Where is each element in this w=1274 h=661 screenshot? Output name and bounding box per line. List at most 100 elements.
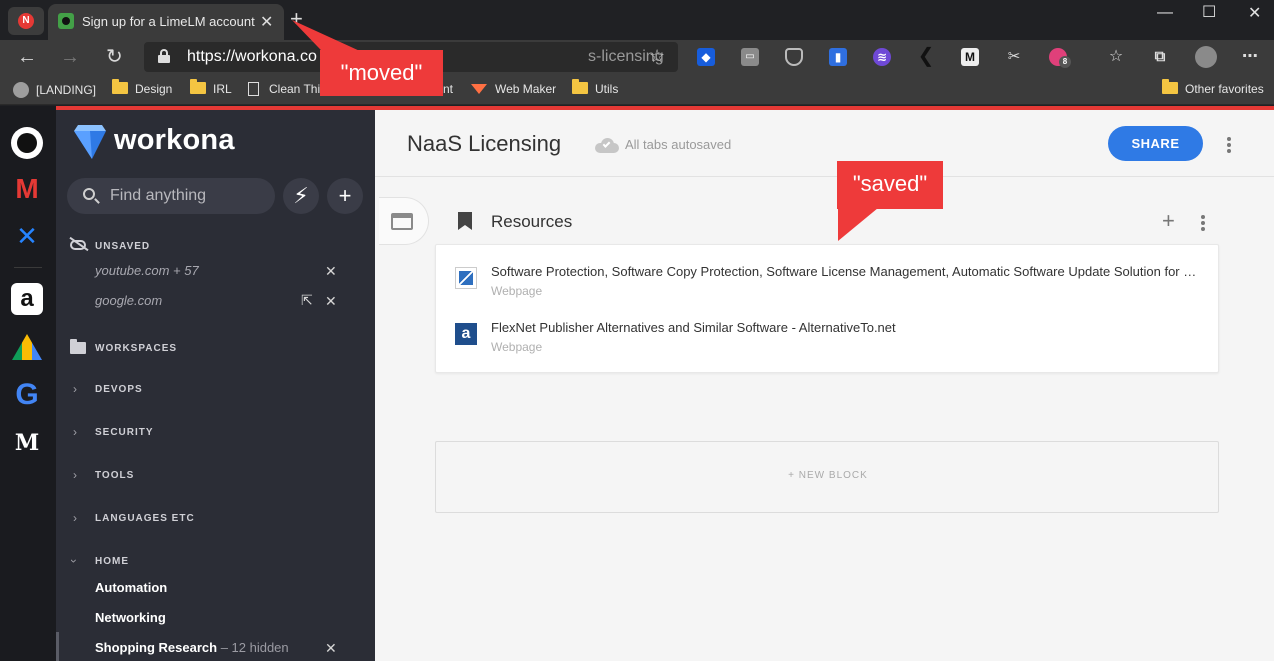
workspace-header: NaaS Licensing All tabs autosaved SHARE — [375, 110, 1274, 177]
close-icon[interactable]: ✕ — [325, 293, 337, 310]
tab-close-icon[interactable]: ✕ — [260, 12, 273, 32]
add-workspace-button[interactable]: + — [327, 178, 363, 214]
section-more-icon[interactable] — [1201, 215, 1205, 233]
resources-section-title[interactable]: Resources — [491, 212, 572, 232]
unsaved-item-youtube[interactable]: youtube.com + 57 — [95, 263, 199, 278]
group-tools[interactable]: TOOLS — [95, 470, 134, 481]
bitwarden-icon[interactable]: ◆ — [697, 48, 715, 66]
active-tab-title: Sign up for a LimeLM account — [82, 14, 255, 29]
new-block-button[interactable]: + NEW BLOCK — [435, 441, 1219, 513]
pocket-icon[interactable] — [785, 48, 803, 66]
workona-logo-icon — [74, 125, 106, 159]
favorite-star-icon[interactable]: ☆ — [649, 46, 665, 67]
active-tab[interactable]: Sign up for a LimeLM account ✕ — [48, 4, 284, 40]
folder-icon — [572, 79, 588, 94]
close-icon[interactable]: ✕ — [325, 263, 337, 280]
share-button[interactable]: SHARE — [1108, 126, 1203, 161]
window-close-icon[interactable]: ✕ — [1248, 3, 1261, 23]
scissors-icon[interactable]: ✂ — [1005, 48, 1023, 66]
lightning-icon: ⚡ — [293, 183, 309, 208]
open-external-icon[interactable]: ⇱ — [301, 292, 313, 309]
profile-avatar[interactable] — [1195, 46, 1217, 68]
workspace-title[interactable]: NaaS Licensing — [407, 131, 561, 157]
group-home[interactable]: HOME — [95, 556, 129, 567]
confluence-icon[interactable]: ✕ — [11, 220, 43, 252]
browser-tab-bar: N Sign up for a LimeLM account ✕ + — ☐ ✕ — [0, 0, 1274, 40]
unsaved-item-google[interactable]: google.com — [95, 293, 162, 308]
forward-arrow-icon[interactable]: → — [60, 45, 80, 69]
workspace-shopping-research[interactable]: Shopping Research – 12 hidden — [95, 640, 289, 655]
new-block-label: + NEW BLOCK — [788, 470, 868, 481]
bookmark-irl[interactable]: IRL — [190, 79, 232, 96]
pinned-tab[interactable]: N — [8, 7, 44, 35]
browser-toolbar: ← → ↻ https://workona.co s-licensing ☆ ◆… — [0, 40, 1274, 76]
resources-list: Software Protection, Software Copy Prote… — [435, 244, 1219, 373]
favorites-list-icon[interactable]: ☆ — [1107, 48, 1125, 66]
group-languages-etc[interactable]: LANGUAGES ETC — [95, 513, 195, 524]
cloud-check-icon — [595, 138, 619, 153]
maximize-icon[interactable]: ☐ — [1202, 2, 1216, 22]
hidden-count: – 12 hidden — [217, 640, 289, 655]
minimize-icon[interactable]: — — [1157, 4, 1173, 22]
bookmark-landing[interactable]: [LANDING] — [13, 82, 96, 98]
bookmark-icon — [458, 212, 472, 230]
back-arrow-icon[interactable]: ← — [17, 45, 37, 69]
bookmark-clean-this[interactable]: Clean This — [248, 82, 326, 96]
workspace-more-icon[interactable] — [1227, 137, 1231, 155]
unsaved-section-label: UNSAVED — [95, 241, 151, 252]
more-menu-icon[interactable]: ⋯ — [1241, 48, 1259, 66]
workona-logo-text: workona — [114, 124, 235, 156]
pinned-tab-favicon: N — [18, 13, 34, 29]
sidebar-scrollbar[interactable] — [56, 632, 59, 661]
tabs-panel-toggle[interactable] — [379, 197, 429, 245]
resource-item[interactable]: Software Protection, Software Copy Prote… — [436, 253, 1220, 309]
chevron-down-icon[interactable]: › — [67, 559, 81, 563]
amazon-icon[interactable]: a — [11, 283, 43, 315]
close-icon[interactable]: ✕ — [325, 640, 337, 657]
collections-icon[interactable]: ⧉ — [1151, 48, 1169, 66]
lock-icon — [158, 49, 170, 63]
bookmark-other-favorites[interactable]: Other favorites — [1162, 79, 1264, 96]
github-icon[interactable] — [11, 127, 43, 159]
group-devops[interactable]: DEVOPS — [95, 384, 143, 395]
resource-title[interactable]: FlexNet Publisher Alternatives and Simil… — [491, 320, 1199, 335]
folder-icon — [1162, 79, 1178, 94]
workspace-networking[interactable]: Networking — [95, 610, 166, 625]
tempo-icon[interactable]: ≋ — [873, 48, 891, 66]
chevron-right-icon[interactable]: › — [73, 511, 77, 525]
medium-icon[interactable]: M — [11, 427, 43, 459]
folder-icon — [190, 79, 206, 94]
drive-icon[interactable] — [11, 331, 43, 363]
bookmark-utils[interactable]: Utils — [572, 79, 618, 96]
workspace-main: NaaS Licensing All tabs autosaved SHARE … — [375, 110, 1274, 661]
gmail-icon[interactable]: M — [11, 173, 43, 205]
app-rail: M ✕ a G M — [0, 106, 56, 661]
quick-switch-button[interactable]: ⚡ — [283, 178, 319, 214]
add-resource-icon[interactable]: + — [1162, 208, 1175, 234]
limelm-favicon-icon — [58, 13, 74, 29]
resource-title[interactable]: Software Protection, Software Copy Prote… — [491, 264, 1199, 279]
saved-callout: "saved" — [837, 161, 943, 209]
plus-icon: + — [338, 183, 352, 208]
reload-icon[interactable]: ↻ — [106, 45, 123, 69]
group-security[interactable]: SECURITY — [95, 427, 154, 438]
chevron-right-icon[interactable]: › — [73, 425, 77, 439]
m-icon[interactable]: M — [961, 48, 979, 66]
chevron-left-icon[interactable]: ❮ — [917, 46, 935, 66]
chevron-right-icon[interactable]: › — [73, 382, 77, 396]
bookmark-web-maker[interactable]: Web Maker — [471, 82, 556, 96]
webmaker-icon — [471, 84, 487, 94]
resource-item[interactable]: a FlexNet Publisher Alternatives and Sim… — [436, 309, 1220, 365]
workspaces-folder-icon — [70, 339, 86, 354]
google-icon[interactable]: G — [11, 378, 43, 411]
badge-ext-icon[interactable]: 8 — [1049, 48, 1071, 68]
extension-badge-count: 8 — [1059, 56, 1071, 68]
briefcase-icon[interactable]: ▭ — [741, 48, 759, 66]
bookmark-design[interactable]: Design — [112, 79, 172, 96]
chevron-right-icon[interactable]: › — [73, 468, 77, 482]
window-icon — [391, 213, 413, 230]
workspace-automation[interactable]: Automation — [95, 580, 167, 595]
bookmark-ext-icon[interactable]: ▮ — [829, 48, 847, 66]
bookmark-partial[interactable]: nt — [443, 82, 453, 96]
search-input[interactable]: Find anything — [67, 178, 275, 214]
